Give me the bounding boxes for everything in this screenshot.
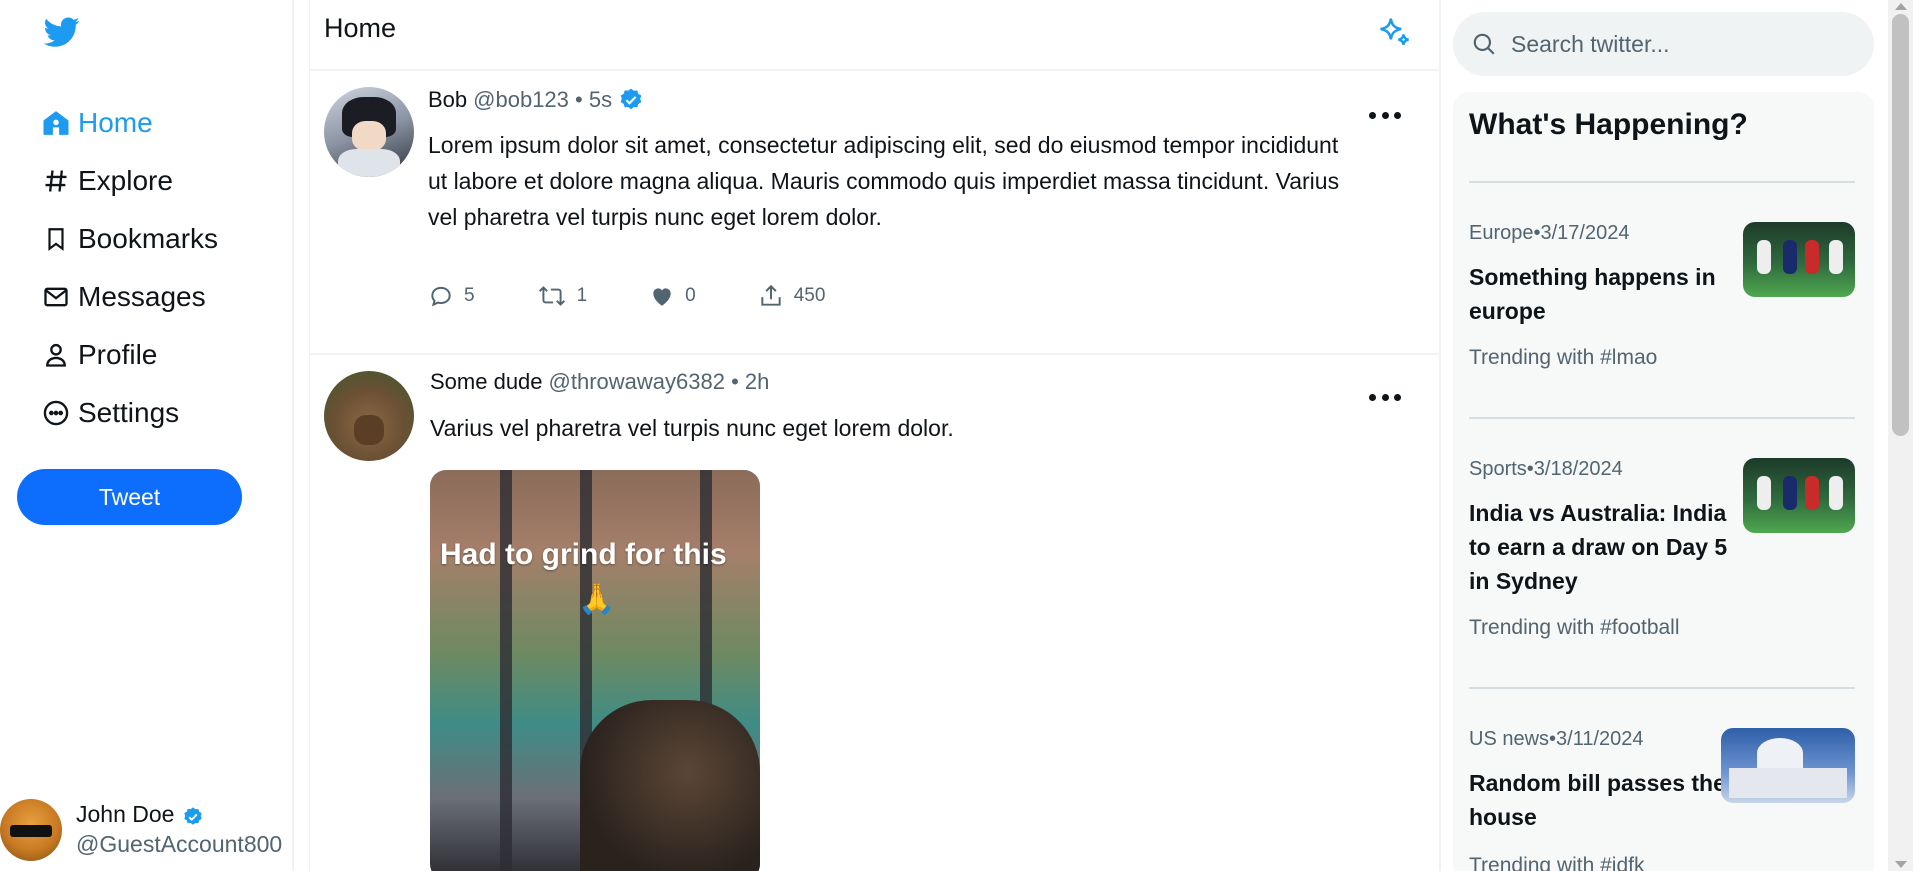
verified-badge-icon [184,806,203,825]
reply-icon [431,286,451,307]
trend-item[interactable]: Sports•3/18/2024 India vs Australia: Ind… [1469,458,1855,658]
avatar[interactable] [324,371,414,461]
envelope-icon [40,281,72,313]
scrollbar-thumb[interactable] [1892,14,1909,436]
reply-button[interactable]: 5 [428,283,475,309]
trend-thumbnail [1743,458,1855,533]
search-input[interactable] [1511,30,1851,58]
heart-icon [653,288,671,306]
tweet-media[interactable]: Had to grind for this 🙏 [430,470,760,871]
view-count: 450 [793,285,826,306]
tweet-header: Some dude @throwaway6382 • 2h [430,369,769,395]
share-icon [761,284,781,306]
more-options-icon[interactable] [1369,387,1401,407]
trend-tag: Trending with #lmao [1469,346,1658,369]
divider [1469,417,1855,419]
tweet-author-meta: @bob123 • 5s [473,87,613,112]
avatar [0,799,62,861]
sparkle-icon[interactable] [1375,14,1413,52]
nav-label-profile: Profile [78,339,158,370]
panel-title: What's Happening? [1469,108,1748,141]
trend-item[interactable]: US news•3/11/2024 Random bill passes the… [1469,728,1855,871]
tweet-author-name[interactable]: Bob [428,87,467,113]
account-switcher[interactable]: John Doe @GuestAccount800 [0,797,294,867]
search-box[interactable] [1453,12,1874,76]
tweet[interactable]: Bob @bob123 • 5s Lorem ipsum dolor sit a… [310,73,1439,355]
trend-meta: Sports•3/18/2024 [1469,458,1623,480]
page-title: Home [324,13,397,43]
nav-label-bookmarks: Bookmarks [78,223,219,254]
retweet-count: 1 [576,285,588,306]
tweet-author-meta: @throwaway6382 • 2h [548,369,770,394]
trend-item[interactable]: Europe•3/17/2024 Something happens in eu… [1469,222,1855,392]
trend-tag: Trending with #idfk [1469,854,1645,871]
trend-thumbnail [1721,728,1855,803]
avatar[interactable] [324,87,414,177]
trend-title: India vs Australia: India to earn a draw… [1469,500,1728,594]
like-count: 0 [685,285,696,306]
media-emoji: 🙏 [578,583,616,616]
scroll-up-arrow-icon[interactable] [1895,3,1907,10]
tweet-author-name[interactable]: Some dude [430,369,543,395]
tweet-text: Varius vel pharetra vel turpis nunc eget… [430,415,954,441]
tweet-actions: 5 1 0 450 [428,283,887,309]
verified-badge-icon [620,88,642,110]
search-icon [1473,33,1495,55]
nav-item-explore[interactable]: Explore [40,152,218,210]
more-circle-icon [40,397,72,429]
tweet-header: Bob @bob123 • 5s [428,87,644,113]
nav-label-explore: Explore [78,165,173,196]
reply-count: 5 [464,285,475,306]
like-button[interactable]: 0 [649,283,696,309]
right-column: What's Happening? Europe•3/17/2024 Somet… [1443,0,1888,871]
trend-tag: Trending with #football [1469,616,1680,639]
left-sidebar: Home Explore Bookmarks Messages Profile [0,0,294,871]
feed-header: Home [310,0,1439,71]
home-icon [40,107,72,139]
nav-label-settings: Settings [78,397,180,428]
nav-item-messages[interactable]: Messages [40,268,218,326]
trend-meta: Europe•3/17/2024 [1469,222,1630,244]
divider [1469,181,1855,183]
account-name: John Doe [76,801,204,828]
tweet-text: Lorem ipsum dolor sit amet, consectetur … [428,132,1340,230]
main-nav: Home Explore Bookmarks Messages Profile [40,94,218,442]
trend-title: Random bill passes the house [1469,770,1726,830]
twitter-bird-icon[interactable] [40,14,84,50]
tweet[interactable]: Some dude @throwaway6382 • 2h Varius vel… [310,357,1439,871]
nav-label-home: Home [78,107,153,138]
divider [1469,687,1855,689]
bookmark-icon [40,223,72,255]
trend-thumbnail [1743,222,1855,297]
retweet-icon [538,286,565,306]
user-icon [40,339,72,371]
nav-item-profile[interactable]: Profile [40,326,218,384]
nav-label-messages: Messages [78,281,206,312]
main-feed: Home Bob @bob123 • 5s Lorem ipsum dolor … [309,0,1441,871]
nav-item-bookmarks[interactable]: Bookmarks [40,210,218,268]
share-button[interactable]: 450 [758,283,826,309]
media-caption: Had to grind for this [440,538,727,571]
account-handle: @GuestAccount800 [76,831,283,857]
page-scrollbar[interactable] [1888,0,1913,871]
nav-item-home[interactable]: Home [40,94,218,152]
more-options-icon[interactable] [1369,105,1401,125]
scroll-down-arrow-icon[interactable] [1895,861,1907,868]
hashtag-icon [40,165,72,197]
tweet-button[interactable]: Tweet [17,469,242,525]
retweet-button[interactable]: 1 [537,283,588,309]
whats-happening-panel: What's Happening? Europe•3/17/2024 Somet… [1453,92,1874,871]
trend-title: Something happens in europe [1469,264,1716,324]
trend-meta: US news•3/11/2024 [1469,728,1644,750]
nav-item-settings[interactable]: Settings [40,384,218,442]
